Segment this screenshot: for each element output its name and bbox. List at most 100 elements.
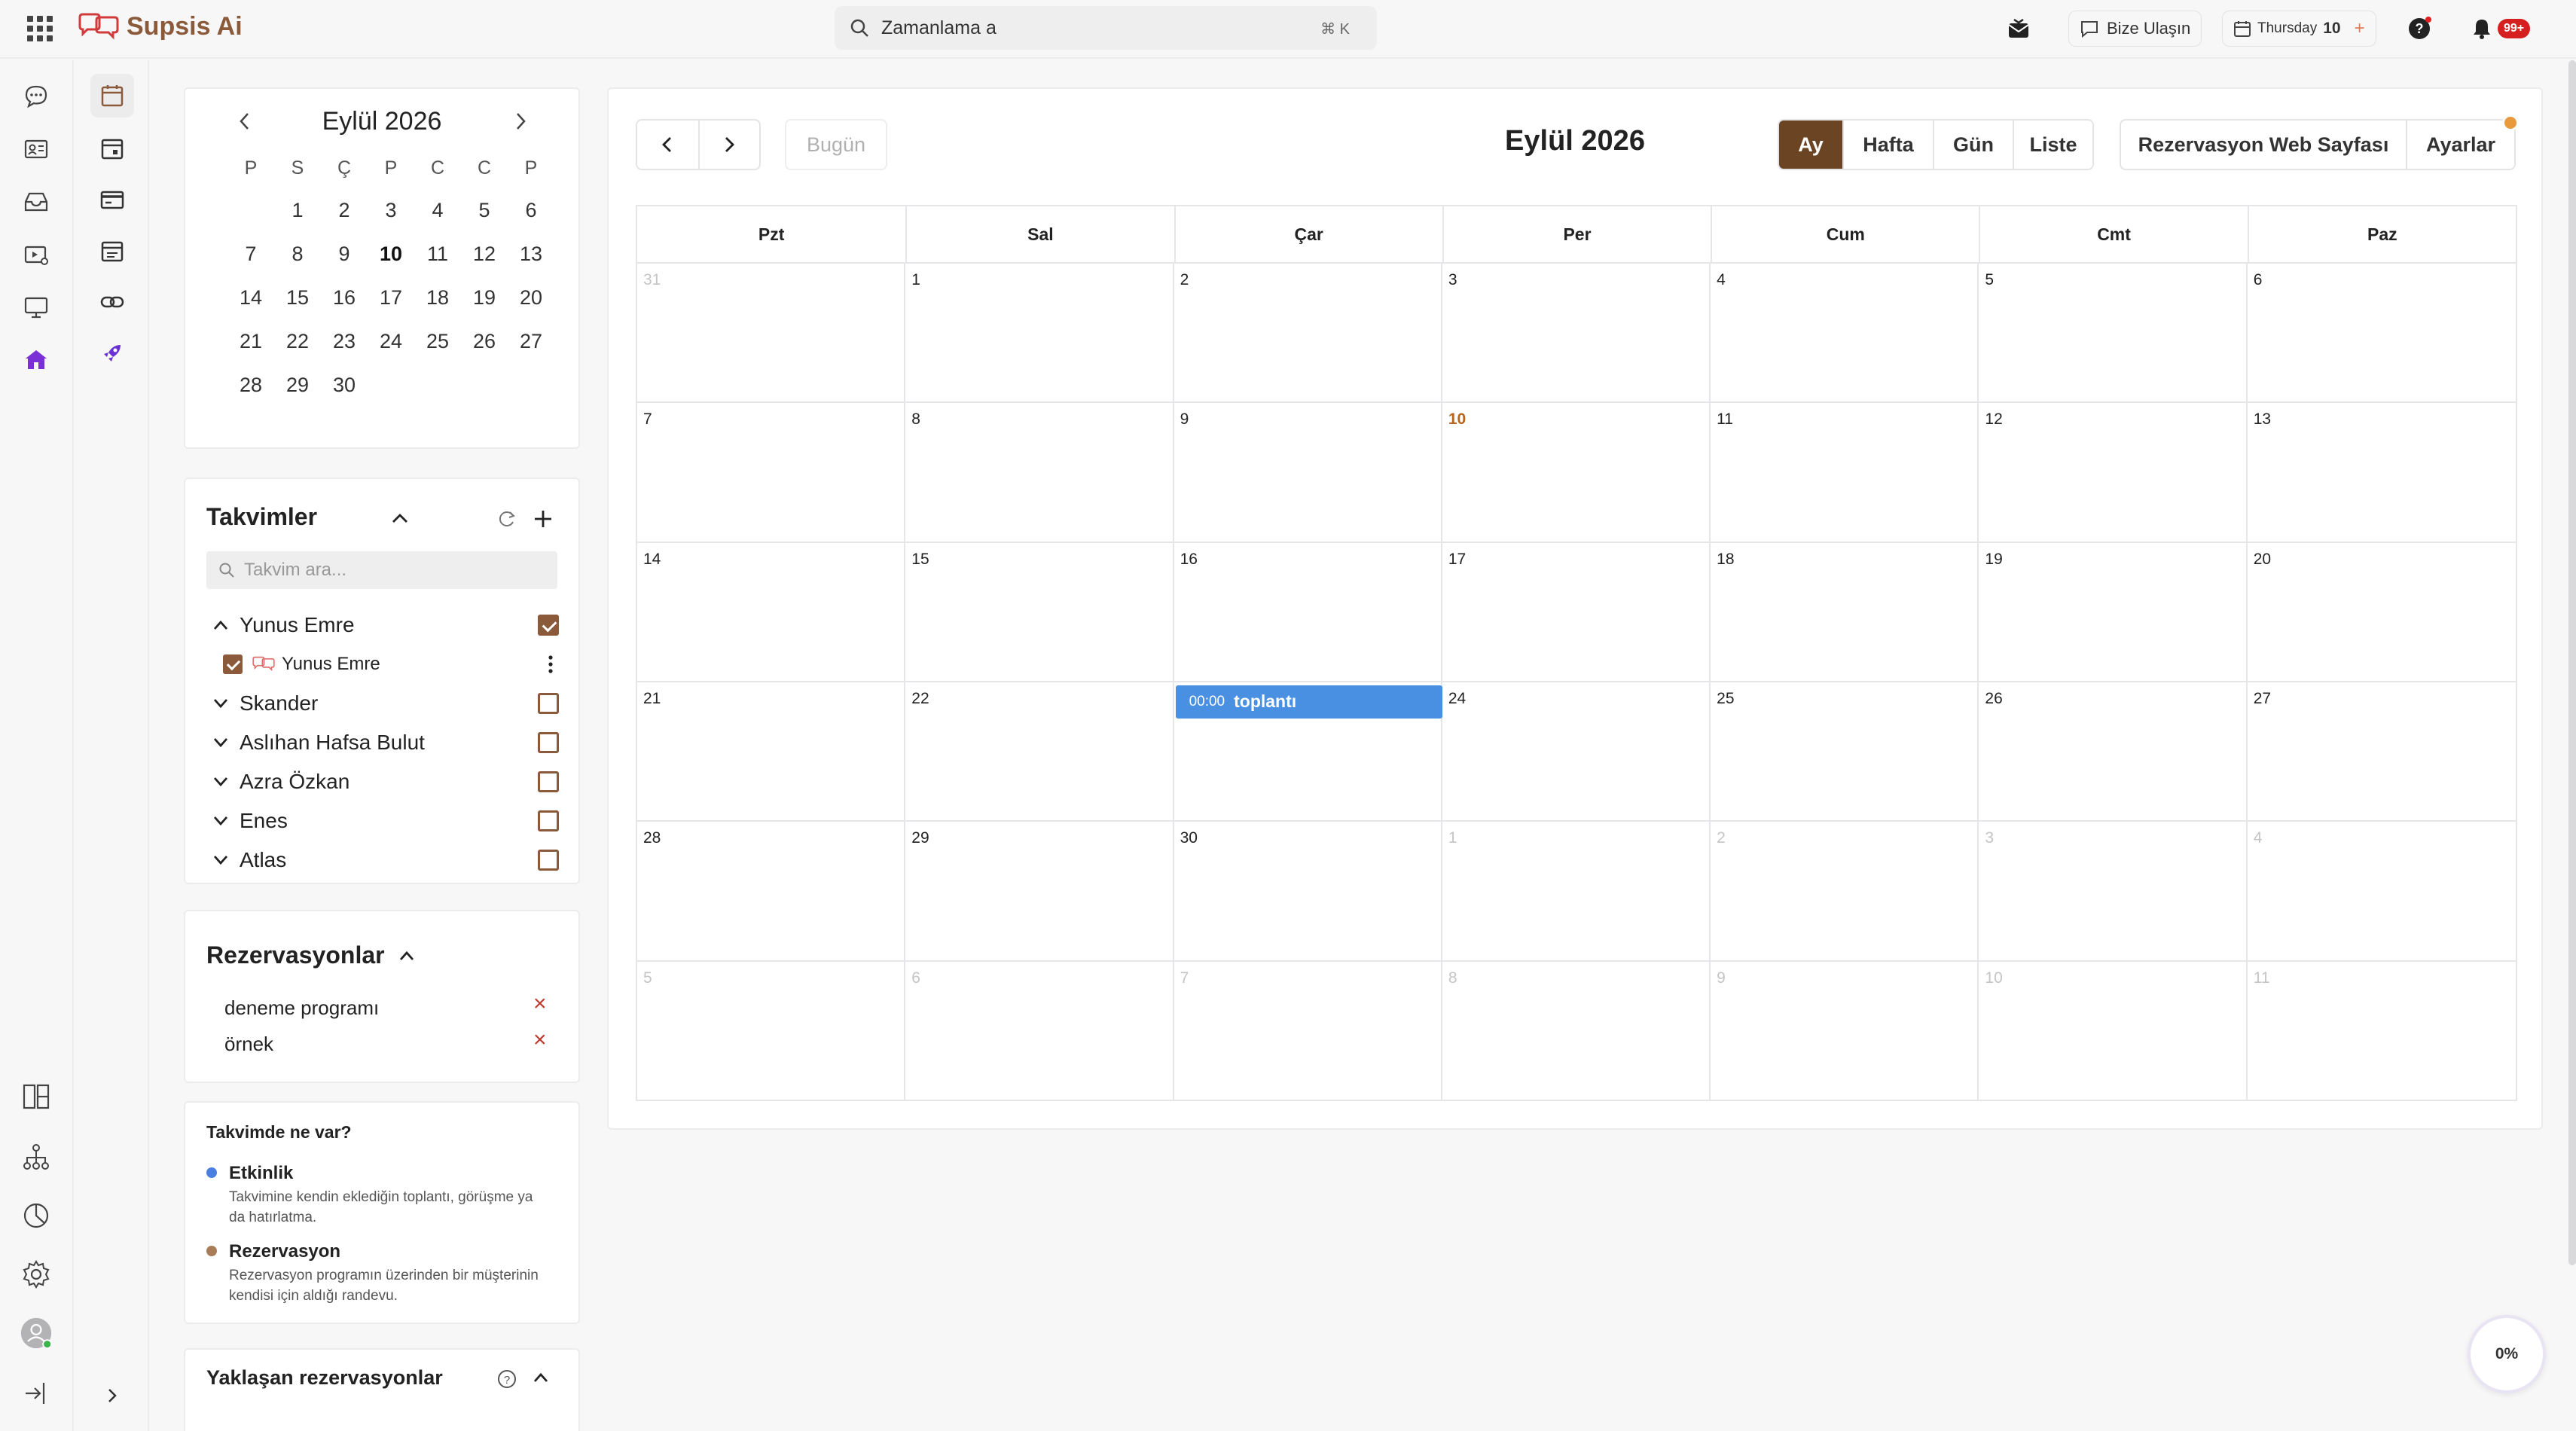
view-list-button[interactable]: Liste [2013, 121, 2092, 169]
mini-day-cell[interactable]: 18 [414, 276, 461, 319]
calendar-search-input[interactable] [244, 557, 545, 583]
mini-day-cell[interactable]: 8 [274, 232, 321, 276]
gear-icon[interactable] [20, 1258, 53, 1291]
mini-day-cell[interactable]: 28 [227, 363, 274, 407]
messages-icon[interactable] [20, 80, 53, 113]
mini-day-cell[interactable]: 21 [227, 319, 274, 363]
day-cell[interactable]: 24 [1442, 682, 1711, 822]
more-options-icon[interactable] [547, 654, 554, 675]
mini-day-cell[interactable]: 13 [508, 232, 554, 276]
calendar-group-checkbox[interactable] [538, 693, 559, 714]
day-cell[interactable]: 7 [637, 403, 906, 543]
org-chart-icon[interactable] [20, 1140, 53, 1173]
day-cell[interactable]: 3 [1442, 264, 1711, 404]
calendar-group-item[interactable]: Enes [212, 804, 559, 838]
user-avatar[interactable] [20, 1317, 53, 1350]
view-week-button[interactable]: Hafta [1842, 121, 1933, 169]
day-cell[interactable]: 7 [1174, 961, 1442, 1101]
layout-icon[interactable] [20, 1080, 53, 1113]
day-cell[interactable]: 3 [1979, 822, 2248, 962]
mini-day-cell[interactable]: 6 [508, 188, 554, 232]
day-cell[interactable]: 9 [1711, 961, 1979, 1101]
mini-day-cell[interactable]: 14 [227, 276, 274, 319]
progress-indicator[interactable]: 0% [2468, 1315, 2546, 1393]
mini-day-cell[interactable]: 10 [368, 232, 414, 276]
apps-grid-icon[interactable] [27, 16, 53, 41]
add-calendar-icon[interactable] [532, 508, 554, 530]
mini-day-cell[interactable]: 19 [461, 276, 508, 319]
mini-day-cell[interactable]: 1 [274, 188, 321, 232]
mini-day-cell[interactable]: 27 [508, 319, 554, 363]
mini-day-cell[interactable]: 29 [274, 363, 321, 407]
app-logo[interactable]: Supsis Ai [77, 12, 243, 41]
day-cell[interactable]: 21 [637, 682, 906, 822]
global-search[interactable]: ⌘ K [835, 6, 1377, 50]
day-cell[interactable]: 4 [1711, 264, 1979, 404]
remove-reservation-icon[interactable]: × [533, 1027, 547, 1053]
day-cell[interactable]: 18 [1711, 542, 1979, 682]
calendar-view-icon[interactable] [90, 74, 134, 117]
day-cell[interactable]: 31 [637, 264, 906, 404]
mini-day-cell[interactable]: 17 [368, 276, 414, 319]
info-icon[interactable]: ? [497, 1369, 517, 1389]
mini-day-cell[interactable]: 4 [414, 188, 461, 232]
day-cell[interactable]: 22 [905, 682, 1174, 822]
calendar-item-checkbox[interactable] [223, 654, 243, 674]
mini-day-cell[interactable]: 15 [274, 276, 321, 319]
collapse-chevron-icon[interactable] [532, 1371, 550, 1384]
day-cell[interactable]: 6 [2247, 264, 2516, 404]
day-cell[interactable]: 8 [1442, 961, 1711, 1101]
calendar-group-owner[interactable]: Yunus Emre [212, 609, 559, 642]
day-cell[interactable]: 26 [1979, 682, 2248, 822]
calendar-group-checkbox[interactable] [538, 771, 559, 792]
monitor-icon[interactable] [20, 291, 53, 324]
mini-day-cell[interactable]: 24 [368, 319, 414, 363]
notifications-button[interactable]: 99+ [2471, 11, 2531, 47]
schedule-icon[interactable] [90, 229, 134, 273]
view-day-button[interactable]: Gün [1933, 121, 2013, 169]
calendar-event[interactable]: 00:00 toplantı [1175, 685, 1442, 719]
day-cell[interactable]: 6 [905, 961, 1174, 1101]
calendar-group-item[interactable]: Atlas [212, 844, 559, 877]
prev-month-button[interactable] [637, 121, 698, 169]
day-cell[interactable]: 14 [637, 542, 906, 682]
reservation-item[interactable]: örnek [224, 1029, 541, 1059]
day-cell[interactable]: 1 [1442, 822, 1711, 962]
day-cell[interactable]: 10 [1442, 403, 1711, 543]
mini-day-cell[interactable]: 3 [368, 188, 414, 232]
day-cell[interactable]: 20 [2247, 543, 2516, 682]
day-cell[interactable]: 2 [1174, 264, 1442, 404]
contact-us-button[interactable]: Bize Ulaşın [2068, 11, 2202, 47]
mini-day-cell[interactable]: 12 [461, 232, 508, 276]
day-cell[interactable]: 11 [2248, 962, 2516, 1101]
refresh-icon[interactable] [497, 509, 517, 529]
help-button[interactable]: ? [2407, 11, 2431, 47]
calendar-group-checkbox[interactable] [538, 850, 559, 871]
view-month-button[interactable]: Ay [1779, 121, 1842, 169]
calendar-group-item[interactable]: Azra Özkan [212, 765, 559, 798]
page-scrollbar[interactable] [2568, 60, 2576, 1265]
day-cell[interactable]: 9 [1174, 403, 1442, 543]
mini-day-cell[interactable]: 5 [461, 188, 508, 232]
day-cell[interactable]: 5 [1979, 264, 2248, 404]
day-cell[interactable]: 19 [1979, 542, 2248, 682]
calendar-group-checkbox[interactable] [538, 810, 559, 831]
day-cell[interactable]: 1 [905, 264, 1174, 404]
day-cell[interactable]: 2 [1711, 822, 1979, 962]
day-cell[interactable]: 29 [905, 822, 1174, 962]
calendar-group-item[interactable]: Aslıhan Hafsa Bulut [212, 726, 559, 759]
logout-icon[interactable] [20, 1377, 53, 1410]
day-cell[interactable]: 4 [2247, 822, 2516, 962]
mini-day-cell[interactable]: 26 [461, 319, 508, 363]
calendar-group-item[interactable]: Skander [212, 687, 559, 720]
mini-day-cell[interactable]: 25 [414, 319, 461, 363]
collapse-chevron-icon[interactable] [390, 511, 410, 526]
next-month-button[interactable] [697, 121, 759, 169]
reservation-item[interactable]: deneme programı [224, 993, 541, 1023]
day-cell[interactable]: 15 [905, 542, 1174, 682]
inbox-icon[interactable] [20, 185, 53, 218]
day-cell[interactable]: 10 [1979, 961, 2248, 1101]
rocket-icon[interactable] [90, 331, 134, 375]
day-cell[interactable]: 25 [1711, 682, 1979, 822]
day-cell[interactable]: 5 [637, 961, 906, 1101]
